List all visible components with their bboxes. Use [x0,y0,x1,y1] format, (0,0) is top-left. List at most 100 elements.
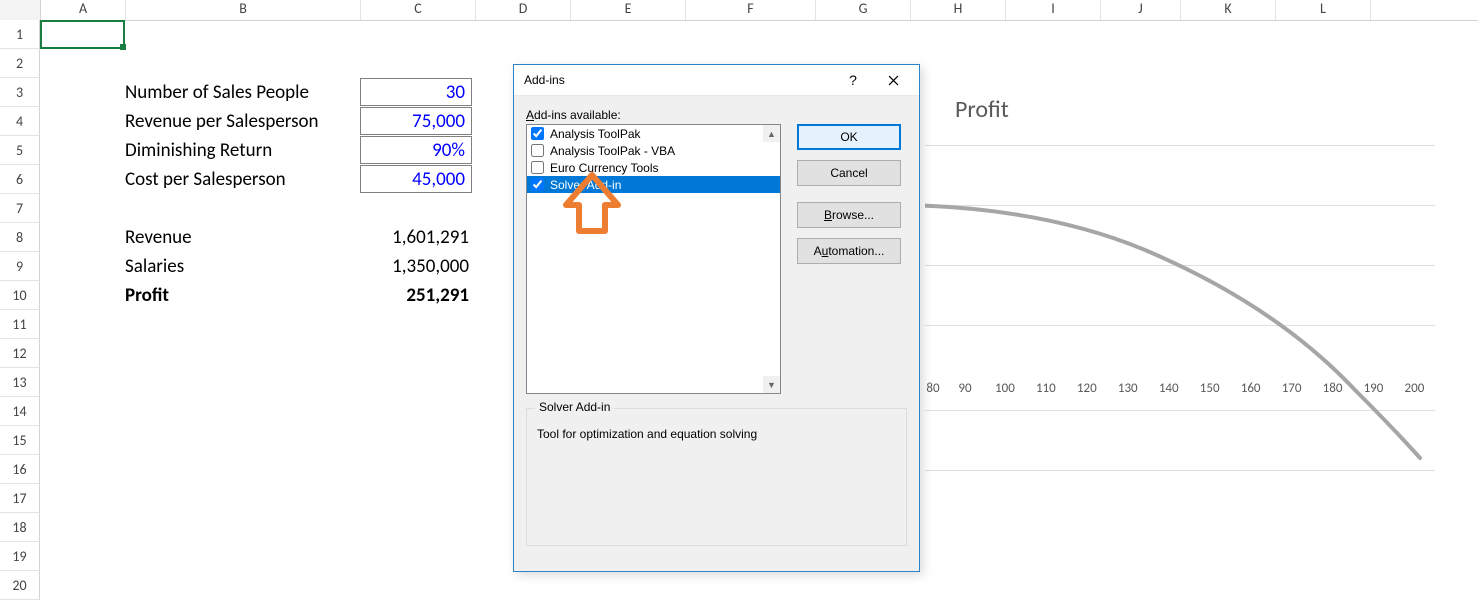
close-button[interactable] [873,66,913,94]
addin-checkbox[interactable] [531,144,544,157]
addin-item-solver[interactable]: Solver Add-in [527,176,780,193]
addin-item-euro-currency[interactable]: Euro Currency Tools [527,159,780,176]
value-revenue: 1,601,291 [360,226,475,249]
col-header-a[interactable]: A [41,0,126,20]
addin-checkbox[interactable] [531,161,544,174]
row-header[interactable]: 8 [0,223,40,252]
automation-button[interactable]: Automation... [797,238,901,264]
ok-button[interactable]: OK [797,124,901,150]
cell-a1[interactable] [40,20,125,49]
col-header-g[interactable]: G [816,0,911,20]
dialog-titlebar[interactable]: Add-ins ? [514,65,919,96]
addins-listbox[interactable]: Analysis ToolPak Analysis ToolPak - VBA … [526,124,781,394]
label-num-sales: Number of Sales People [125,81,309,104]
cell[interactable] [125,49,360,78]
browse-button[interactable]: Browse... [797,202,901,228]
row-header[interactable]: 16 [0,455,40,484]
addin-item-analysis-toolpak-vba[interactable]: Analysis ToolPak - VBA [527,142,780,159]
value-profit: 251,291 [360,284,475,307]
cell-label[interactable]: Revenue per Salesperson [125,107,360,136]
row-header[interactable]: 15 [0,426,40,455]
row-header[interactable]: 20 [0,571,40,600]
cell-value[interactable]: 1,601,291 [360,223,475,252]
row-header[interactable]: 11 [0,310,40,339]
cell-label[interactable]: Cost per Salesperson [125,165,360,194]
cell-value[interactable]: 45,000 [360,165,475,194]
cell-value-profit[interactable]: 251,291 [360,281,475,310]
cell[interactable] [40,165,125,194]
profit-chart[interactable]: Profit 80 90 100 110 120 130 140 150 160… [925,90,1455,478]
col-header-c[interactable]: C [361,0,476,20]
label-dim-return: Diminishing Return [125,139,272,162]
addin-label: Analysis ToolPak [550,127,641,141]
cell[interactable] [40,252,125,281]
row-header[interactable]: 19 [0,542,40,571]
dialog-button-column: OK Cancel Browse... Automation... [797,124,901,394]
row-header[interactable]: 3 [0,78,40,107]
cell[interactable] [125,194,360,223]
row-header[interactable]: 5 [0,136,40,165]
cell[interactable] [360,194,475,223]
cell-value[interactable]: 75,000 [360,107,475,136]
addin-item-analysis-toolpak[interactable]: Analysis ToolPak [527,125,780,142]
close-icon [888,75,899,86]
scroll-up-icon[interactable]: ▲ [763,125,780,142]
cell-label[interactable]: Number of Sales People [125,78,360,107]
cell-c1[interactable] [360,20,475,49]
row-header[interactable]: 2 [0,49,40,78]
col-header-b[interactable]: B [126,0,361,20]
cell-label[interactable]: Diminishing Return [125,136,360,165]
cancel-button[interactable]: Cancel [797,160,901,186]
row-header[interactable]: 18 [0,513,40,542]
label-revenue: Revenue [125,226,192,249]
row-header[interactable]: 7 [0,194,40,223]
value-num-sales: 30 [360,78,472,106]
row-header[interactable]: 13 [0,368,40,397]
col-header-k[interactable]: K [1181,0,1276,20]
cell[interactable] [40,49,125,78]
col-header-i[interactable]: I [1006,0,1101,20]
cell[interactable] [40,223,125,252]
cell-label[interactable]: Revenue [125,223,360,252]
cell[interactable] [40,107,125,136]
cell-value[interactable]: 1,350,000 [360,252,475,281]
scroll-down-icon[interactable]: ▼ [763,376,780,393]
row-header[interactable]: 12 [0,339,40,368]
row-header[interactable]: 9 [0,252,40,281]
addin-label: Solver Add-in [550,178,621,192]
col-header-e[interactable]: E [571,0,686,20]
cell[interactable] [360,49,475,78]
col-header-j[interactable]: J [1101,0,1181,20]
row-header[interactable]: 17 [0,484,40,513]
description-text: Tool for optimization and equation solvi… [537,427,896,441]
cell[interactable] [40,281,125,310]
col-header-f[interactable]: F [686,0,816,20]
cell[interactable] [40,136,125,165]
addin-label: Analysis ToolPak - VBA [550,144,675,158]
addin-label: Euro Currency Tools [550,161,659,175]
help-button[interactable]: ? [833,66,873,94]
value-salaries: 1,350,000 [360,255,475,278]
addin-checkbox[interactable] [531,127,544,140]
cell-value[interactable]: 30 [360,78,475,107]
row-header[interactable]: 6 [0,165,40,194]
cell[interactable] [40,78,125,107]
row-header[interactable]: 1 [0,20,40,49]
addin-checkbox[interactable] [531,178,544,191]
cell-b1[interactable] [125,20,360,49]
column-headers: A B C D E F G H I J K L [0,0,1478,21]
cell-value[interactable]: 90% [360,136,475,165]
row-header[interactable]: 10 [0,281,40,310]
select-all-corner[interactable] [0,0,41,20]
col-header-h[interactable]: H [911,0,1006,20]
cell-label-profit[interactable]: Profit [125,281,360,310]
value-cost-per: 45,000 [360,165,472,193]
col-header-l[interactable]: L [1276,0,1371,20]
label-revenue-per: Revenue per Salesperson [125,110,319,133]
col-header-d[interactable]: D [476,0,571,20]
label-profit: Profit [125,284,169,307]
cell-label[interactable]: Salaries [125,252,360,281]
row-header[interactable]: 4 [0,107,40,136]
cell[interactable] [40,194,125,223]
row-header[interactable]: 14 [0,397,40,426]
